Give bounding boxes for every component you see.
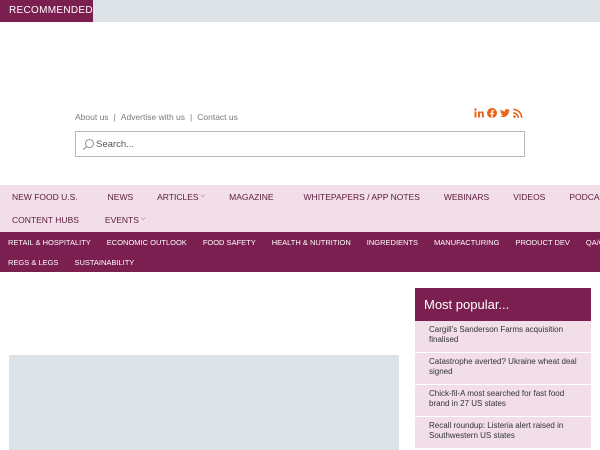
twitter-icon[interactable] [500, 108, 510, 118]
cat-food-safety[interactable]: FOOD SAFETY [195, 238, 264, 247]
recommended-strip: RECOMMENDED [0, 0, 600, 22]
cat-retail-hospitality[interactable]: RETAIL & HOSPITALITY [0, 238, 99, 247]
chevron-down-icon: ⌵ [200, 193, 206, 199]
category-nav-row-2: REGS & LEGS SUSTAINABILITY [0, 252, 142, 272]
list-item[interactable]: Chick-fil-A most searched for fast food … [415, 385, 591, 417]
list-item[interactable]: Cargill's Sanderson Farms acquisition fi… [415, 321, 591, 353]
nav-events-label: EVENTS [104, 214, 139, 225]
nav-new-food-us[interactable]: NEW FOOD U.S. [0, 192, 90, 202]
cat-sustainability[interactable]: SUSTAINABILITY [66, 258, 142, 267]
main-nav-row-1: NEW FOOD U.S. NEWS ARTICLES ⌵ MAGAZINE WH… [0, 185, 600, 208]
nav-magazine[interactable]: MAGAZINE [217, 192, 285, 202]
search-box [75, 131, 525, 157]
nav-content-hubs[interactable]: CONTENT HUBS [0, 215, 91, 225]
list-item[interactable]: Recall roundup: Listeria alert raised in… [415, 417, 591, 449]
nav-articles[interactable]: ARTICLES ⌵ [145, 192, 217, 202]
divider: | [190, 112, 193, 122]
category-nav-row-1: RETAIL & HOSPITALITY ECONOMIC OUTLOOK FO… [0, 232, 600, 252]
cat-ingredients[interactable]: INGREDIENTS [359, 238, 426, 247]
list-item[interactable]: Catastrophe averted? Ukraine wheat deal … [415, 353, 591, 385]
search-input[interactable] [96, 135, 516, 153]
list-item-title: Chick-fil-A most searched for fast food … [429, 389, 565, 408]
advertise-link[interactable]: Advertise with us [121, 112, 185, 122]
nav-podcasts[interactable]: PODCASTS [557, 192, 600, 202]
nav-events[interactable]: EVENTS ⌵ [91, 215, 158, 225]
rss-icon[interactable] [513, 108, 523, 118]
utility-links: About us | Advertise with us | Contact us [75, 112, 238, 122]
recommended-tab[interactable]: RECOMMENDED [0, 0, 93, 22]
most-popular-panel: Most popular... Cargill's Sanderson Farm… [415, 288, 591, 450]
list-item-title: Recall roundup: Listeria alert raised in… [429, 421, 564, 440]
nav-webinars[interactable]: WEBINARS [432, 192, 501, 202]
nav-videos[interactable]: VIDEOS [501, 192, 557, 202]
cat-qa-qc[interactable]: QA/QC [578, 238, 600, 247]
linkedin-icon[interactable] [474, 108, 484, 118]
about-us-link[interactable]: About us [75, 112, 109, 122]
facebook-icon[interactable] [487, 108, 497, 118]
page: RECOMMENDED About us | Advertise with us | C… [0, 0, 600, 450]
category-nav: RETAIL & HOSPITALITY ECONOMIC OUTLOOK FO… [0, 232, 600, 272]
cat-product-dev[interactable]: PRODUCT DEV [507, 238, 577, 247]
main-nav-row-2: CONTENT HUBS EVENTS ⌵ [0, 208, 157, 231]
nav-articles-label: ARTICLES [157, 191, 199, 202]
contact-us-link[interactable]: Contact us [197, 112, 238, 122]
divider: | [113, 112, 116, 122]
most-popular-list: Cargill's Sanderson Farms acquisition fi… [415, 321, 591, 449]
cat-health-nutrition[interactable]: HEALTH & NUTRITION [264, 238, 359, 247]
main-nav: NEW FOOD U.S. NEWS ARTICLES ⌵ MAGAZINE WH… [0, 185, 600, 232]
search-icon [82, 138, 95, 151]
list-item-title: Cargill's Sanderson Farms acquisition fi… [429, 325, 564, 344]
cat-economic-outlook[interactable]: ECONOMIC OUTLOOK [99, 238, 195, 247]
nav-whitepapers[interactable]: WHITEPAPERS / APP NOTES [286, 192, 432, 202]
chevron-down-icon: ⌵ [140, 216, 146, 222]
feature-image-placeholder[interactable] [9, 355, 399, 450]
most-popular-title: Most popular... [415, 288, 591, 321]
nav-news[interactable]: NEWS [90, 192, 146, 202]
cat-manufacturing[interactable]: MANUFACTURING [426, 238, 507, 247]
social-icons [474, 108, 523, 118]
cat-regs-legs[interactable]: REGS & LEGS [0, 258, 66, 267]
list-item-title: Catastrophe averted? Ukraine wheat deal … [429, 357, 577, 376]
